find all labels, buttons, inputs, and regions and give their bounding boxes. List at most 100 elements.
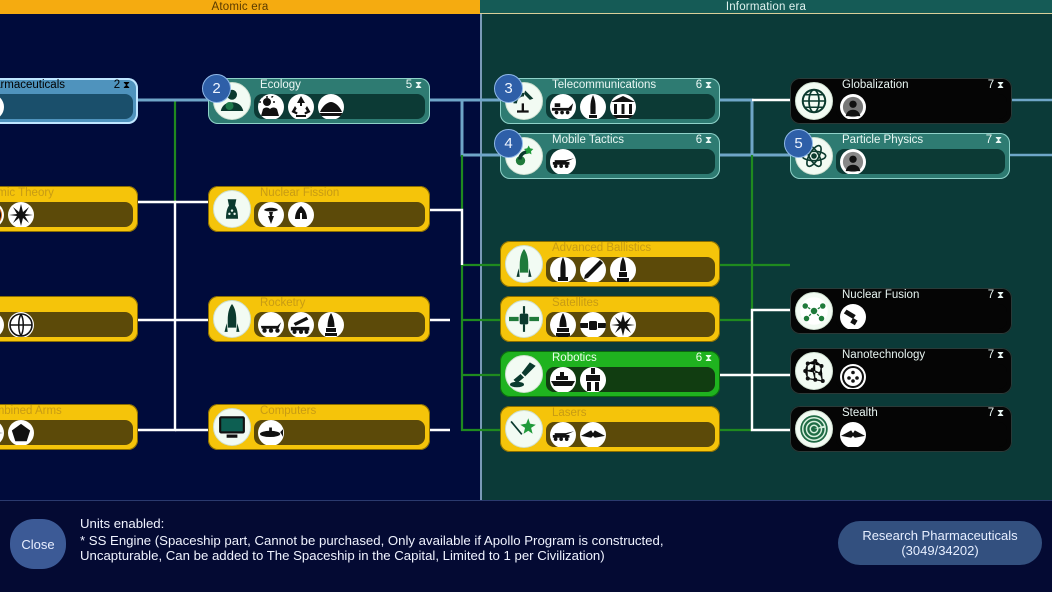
tech-node-rocketry[interactable]: Rocketry [208,296,430,342]
tech-node-title: Combined Arms [0,405,62,417]
tech-node-unlocks [254,420,425,445]
close-button[interactable]: Close [10,519,66,569]
tech-node-unlocks [546,257,715,282]
tech-node-cost: 6 ⧗ [696,79,712,91]
units-enabled-line-2: Uncapturable, Can be added to The Spaces… [80,548,800,564]
tech-node-unlocks [254,94,425,119]
bank-icon[interactable] [610,94,636,119]
tech-node-flight-row[interactable] [0,296,138,342]
tech-node-nuclear-fusion[interactable]: Nuclear Fusion 7 ⧗ [790,288,1012,334]
great-person-icon[interactable] [840,94,866,119]
research-queue-badge[interactable]: 2 [202,74,231,103]
stealth-bomber-icon[interactable] [840,422,866,447]
tech-node-unlocks [546,149,715,174]
battleship-icon[interactable] [550,367,576,392]
rocket-icon [213,300,251,338]
research-queue-badge[interactable]: 3 [494,74,523,103]
solar-plant-icon[interactable] [258,94,284,119]
pentagon-icon[interactable] [8,420,34,445]
satellite-icon [505,300,543,338]
tech-node-title: Rocketry [260,297,305,309]
tech-node-globalization[interactable]: Globalization7 ⧗ [790,78,1012,124]
research-button-label: Research Pharmaceuticals [862,528,1017,543]
apollo-program-icon[interactable] [318,312,344,337]
hourglass-icon: ⧗ [994,80,1004,91]
recycling-center-icon[interactable] [288,94,314,119]
tech-node-atomic-theory[interactable]: Atomic Theory [0,186,138,232]
ss-booster-icon[interactable] [550,312,576,337]
research-queue-badge[interactable]: 5 [784,129,813,158]
hourglass-icon: ⧗ [702,80,712,91]
tech-node-title: Nuclear Fusion [842,289,919,301]
tech-node-nanotechnology[interactable]: Nanotechnology7 ⧗ [790,348,1012,394]
giant-death-robot-icon[interactable] [840,304,866,329]
manhattan-project-icon[interactable] [288,202,314,227]
tech-node-nuclear-fission[interactable]: Nuclear Fission [208,186,430,232]
ballistic-icon[interactable] [580,257,606,282]
starburst-icon[interactable] [8,202,34,227]
tech-node-unlocks [546,94,715,119]
mobile-sam-icon[interactable] [258,312,284,337]
tech-node-title: Computers [260,405,316,417]
flask-icon[interactable] [0,94,4,119]
tech-node-ecology[interactable]: Ecology5 ⧗2 [208,78,430,124]
mass-transit-icon[interactable] [318,94,344,119]
tech-node-title: Ecology [260,79,301,91]
sub-icon[interactable] [258,420,284,445]
starburst-icon[interactable] [610,312,636,337]
jet-fighter-icon[interactable] [0,420,4,445]
modern-armor-icon[interactable] [550,149,576,174]
tech-node-title: Globalization [842,79,908,91]
tech-node-title: Nanotechnology [842,349,925,361]
tech-node-advanced-ballistics[interactable]: Advanced Ballistics [500,241,720,287]
research-button-progress: (3049/34202) [901,543,978,558]
stealth-bomber-icon[interactable] [580,422,606,447]
laser-icon [505,410,543,448]
nuclear-missile-icon[interactable] [550,257,576,282]
satellite-unit-icon[interactable] [580,312,606,337]
tech-node-title: Stealth [842,407,878,419]
tech-node-lasers[interactable]: Lasers [500,406,720,452]
great-scientist-icon[interactable] [840,149,866,174]
tech-node-title: Particle Physics [842,134,923,146]
research-button[interactable]: Research Pharmaceuticals (3049/34202) [838,521,1042,565]
tech-node-unlocks [546,367,715,392]
tech-node-robotics[interactable]: Robotics6 ⧗ [500,351,720,397]
tech-node-pharmaceuticals[interactable]: Pharmaceuticals2 ⧗ [0,78,138,124]
missile-icon [505,245,543,283]
tech-node-unlocks [0,202,133,227]
hourglass-icon: ⧗ [702,135,712,146]
parachute-icon[interactable] [8,312,34,337]
tech-node-cost: 6 ⧗ [696,134,712,146]
mech-icon[interactable] [580,367,606,392]
tech-node-title: Satellites [552,297,599,309]
tech-node-combined-arms[interactable]: Combined Arms [0,404,138,450]
tech-node-unlocks [254,202,425,227]
computer-icon [213,408,251,446]
tech-node-computers[interactable]: Computers [208,404,430,450]
globe-icon [795,82,833,120]
tech-node-telecommunications[interactable]: Telecommunications6 ⧗3 [500,78,720,124]
tech-node-particle-physics[interactable]: Particle Physics7 ⧗5 [790,133,1010,179]
tech-node-stealth[interactable]: Stealth 7 ⧗ [790,406,1012,452]
tech-node-cost: 7 ⧗ [988,407,1004,419]
tech-node-title: Nuclear Fission [260,187,339,199]
tech-node-mobile-tactics[interactable]: Mobile Tactics6 ⧗4 [500,133,720,179]
ss-part-icon[interactable] [610,257,636,282]
rocket-artillery-icon[interactable] [288,312,314,337]
tech-node-satellites[interactable]: Satellites [500,296,720,342]
nuclear-blast-icon[interactable] [258,202,284,227]
tv-station-icon[interactable] [550,94,576,119]
reactor-icon [213,190,251,228]
tech-node-cost: 7 ⧗ [988,289,1004,301]
units-enabled-line-1: * SS Engine (Spaceship part, Cannot be p… [80,533,800,549]
radiation-icon[interactable] [0,202,4,227]
nano-unit-icon[interactable] [840,364,866,389]
modern-armor-icon[interactable] [550,422,576,447]
nano-icon [795,352,833,390]
tech-node-unlocks [836,422,1007,447]
research-queue-badge[interactable]: 4 [494,129,523,158]
tower-icon[interactable] [580,94,606,119]
tech-node-unlocks [836,149,1005,174]
plane-icon[interactable] [0,312,4,337]
